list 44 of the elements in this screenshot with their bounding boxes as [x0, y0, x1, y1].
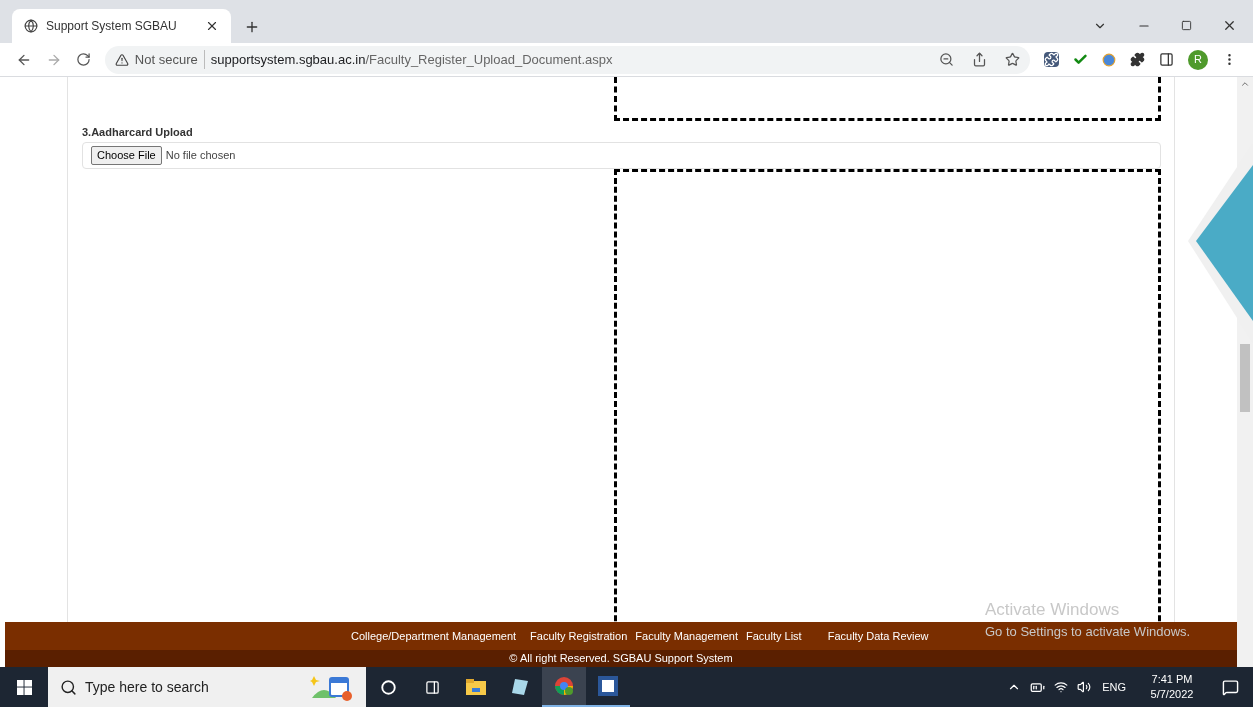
security-label: Not secure — [134, 49, 205, 70]
scroll-thumb[interactable] — [1240, 344, 1250, 412]
footer-link[interactable]: Faculty Registration — [530, 627, 628, 645]
star-icon[interactable] — [1005, 52, 1021, 67]
file-status: No file chosen — [165, 147, 236, 163]
reload-icon[interactable] — [75, 52, 91, 67]
field-label: 3.Aadharcard Upload — [82, 125, 194, 140]
copyright-text: © All right Reserved. SGBAU Support System — [509, 651, 733, 667]
address-bar[interactable]: Not secure supportsystem.sgbau.ac.in/Faculty_Register_Upload_Document.aspx — [104, 45, 1031, 74]
footer-link[interactable]: College/Department Management — [351, 627, 517, 645]
file-input[interactable]: Choose File No file chosen — [82, 141, 1161, 169]
checkmark-icon[interactable] — [1073, 52, 1089, 67]
language-indicator[interactable]: ENG — [1102, 678, 1126, 696]
footer-link[interactable]: Faculty Data Review — [827, 627, 929, 645]
profile-avatar[interactable]: R — [1188, 49, 1208, 70]
warning-icon — [114, 52, 129, 67]
scroll-up-icon[interactable] — [1240, 79, 1250, 89]
windows-logo-icon[interactable] — [16, 679, 32, 695]
side-panel-icon[interactable] — [1159, 52, 1175, 67]
zoom-out-icon[interactable] — [939, 52, 955, 67]
clock[interactable]: 7:41 PM 5/7/2022 — [1147, 672, 1197, 702]
browser-tab[interactable]: Support System SGBAU — [12, 9, 231, 43]
close-icon[interactable] — [205, 19, 219, 33]
globe-icon — [24, 19, 38, 33]
new-tab-icon[interactable] — [244, 19, 260, 35]
url-text: supportsystem.sgbau.ac.in/Faculty_Register_Upload_Document.aspx — [210, 50, 613, 69]
footer-link[interactable]: Faculty List — [746, 627, 802, 645]
choose-file-button[interactable]: Choose File — [91, 145, 162, 165]
share-icon[interactable] — [972, 52, 988, 67]
activation-subtitle: Go to Settings to activate Windows. — [985, 623, 1191, 641]
extension-icon[interactable] — [1044, 52, 1060, 67]
wifi-icon[interactable] — [1054, 680, 1069, 694]
taskbar-search-field[interactable]: Type here to search — [48, 667, 366, 707]
close-window-icon[interactable] — [1222, 18, 1237, 33]
task-view-circle-icon[interactable] — [380, 679, 396, 695]
folder-icon[interactable] — [466, 679, 486, 695]
task-view-icon[interactable] — [424, 679, 440, 695]
footer-link[interactable]: Faculty Management — [635, 627, 739, 645]
volume-icon[interactable] — [1077, 680, 1092, 694]
extensions-icon[interactable] — [1130, 52, 1146, 67]
notifications-icon[interactable] — [1222, 678, 1239, 696]
tab-title: Support System SGBAU — [46, 18, 178, 35]
search-icon — [60, 678, 77, 696]
maximize-icon[interactable] — [1181, 20, 1192, 31]
